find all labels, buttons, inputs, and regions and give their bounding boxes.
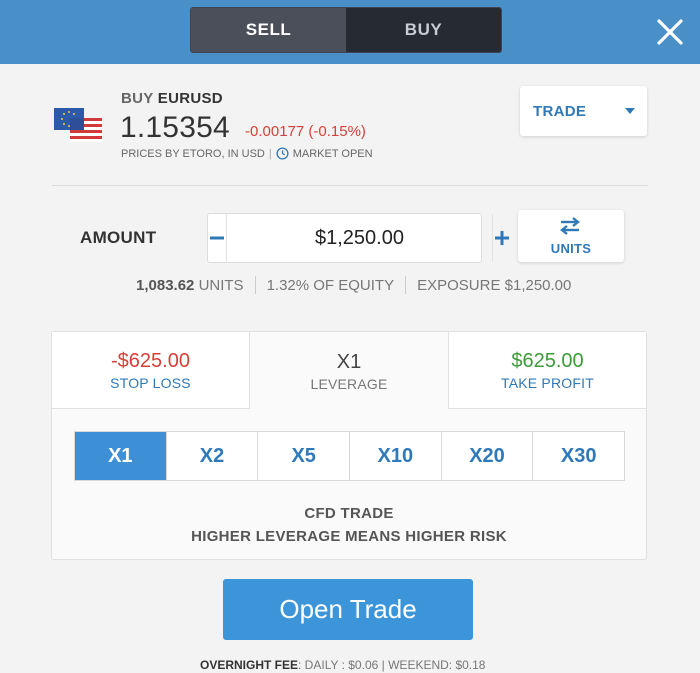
leverage-option-x2[interactable]: X2	[165, 432, 258, 480]
amount-input[interactable]	[227, 214, 492, 262]
clock-icon	[276, 147, 289, 160]
position-stats: 1,083.62 UNITS 1.32% OF EQUITY EXPOSURE …	[136, 276, 571, 294]
buy-button[interactable]: BUY	[346, 8, 501, 52]
separator	[405, 276, 407, 294]
sell-button[interactable]: SELL	[191, 8, 346, 52]
increase-amount-button[interactable]	[492, 214, 511, 262]
decrease-amount-button[interactable]	[208, 214, 227, 262]
stop-loss-label: STOP LOSS	[110, 375, 191, 391]
units-text: UNITS	[198, 276, 244, 294]
amount-stepper	[207, 213, 509, 263]
risk-warning: HIGHER LEVERAGE MEANS HIGHER RISK	[191, 528, 507, 545]
instrument-price: 1.15354	[120, 111, 230, 144]
order-action: BUY	[121, 90, 154, 107]
units-label: UNITS	[550, 241, 592, 256]
exposure-value: EXPOSURE $1,250.00	[417, 276, 572, 294]
separator: |	[381, 658, 385, 672]
stop-loss-value: -$625.00	[111, 350, 190, 372]
cfd-trade-notice: CFD TRADE	[304, 505, 394, 522]
leverage-label: LEVERAGE	[310, 375, 388, 392]
plus-icon	[495, 231, 509, 245]
close-icon[interactable]	[652, 14, 688, 50]
leverage-options: X1 X2 X5 X10 X20 X30	[74, 431, 625, 481]
amount-label: AMOUNT	[80, 228, 157, 247]
units-toggle-button[interactable]: UNITS	[518, 210, 624, 262]
eu-us-flag-icon	[54, 108, 102, 142]
swap-arrows-icon	[560, 217, 580, 235]
top-bar: SELL BUY	[0, 0, 700, 64]
divider	[52, 185, 648, 186]
separator: |	[268, 147, 272, 160]
equity-percent: 1.32% OF EQUITY	[266, 276, 395, 294]
market-status: MARKET OPEN	[292, 147, 373, 160]
tab-take-profit[interactable]: $625.00 TAKE PROFIT	[448, 332, 646, 409]
leverage-option-x1[interactable]: X1	[75, 432, 166, 480]
weekend-fee: WEEKEND: $0.18	[388, 658, 486, 672]
order-type-dropdown[interactable]: TRADE	[520, 86, 647, 136]
units-value: 1,083.62	[136, 276, 195, 294]
leverage-option-x10[interactable]: X10	[349, 432, 441, 480]
sell-buy-toggle: SELL BUY	[190, 7, 502, 53]
open-trade-button[interactable]: Open Trade	[223, 579, 473, 640]
tab-leverage[interactable]: X1 LEVERAGE	[250, 332, 448, 409]
leverage-value: X1	[336, 350, 362, 373]
price-change: -0.00177 (-0.15%)	[245, 123, 366, 140]
daily-fee: : DAILY : $0.06	[298, 658, 379, 672]
instrument-title: BUY EURUSD	[121, 90, 223, 107]
take-profit-value: $625.00	[511, 350, 584, 372]
instrument-symbol: EURUSD	[157, 90, 223, 107]
minus-icon	[210, 236, 224, 240]
order-type-label: TRADE	[533, 102, 587, 120]
risk-panel: -$625.00 STOP LOSS X1 LEVERAGE $625.00 T…	[51, 331, 647, 560]
leverage-option-x30[interactable]: X30	[532, 432, 624, 480]
prices-by-text: PRICES BY ETORO, IN USD	[121, 147, 265, 160]
overnight-fee-label: OVERNIGHT FEE	[200, 658, 299, 672]
price-source: PRICES BY ETORO, IN USD | MARKET OPEN	[121, 147, 373, 160]
overnight-fee: OVERNIGHT FEE: DAILY : $0.06 | WEEKEND: …	[200, 658, 485, 672]
chevron-down-icon	[625, 108, 635, 114]
risk-tabs: -$625.00 STOP LOSS X1 LEVERAGE $625.00 T…	[52, 332, 646, 409]
tab-stop-loss[interactable]: -$625.00 STOP LOSS	[52, 332, 250, 409]
take-profit-label: TAKE PROFIT	[501, 375, 594, 391]
separator	[254, 276, 256, 294]
leverage-option-x5[interactable]: X5	[257, 432, 349, 480]
leverage-option-x20[interactable]: X20	[440, 432, 533, 480]
